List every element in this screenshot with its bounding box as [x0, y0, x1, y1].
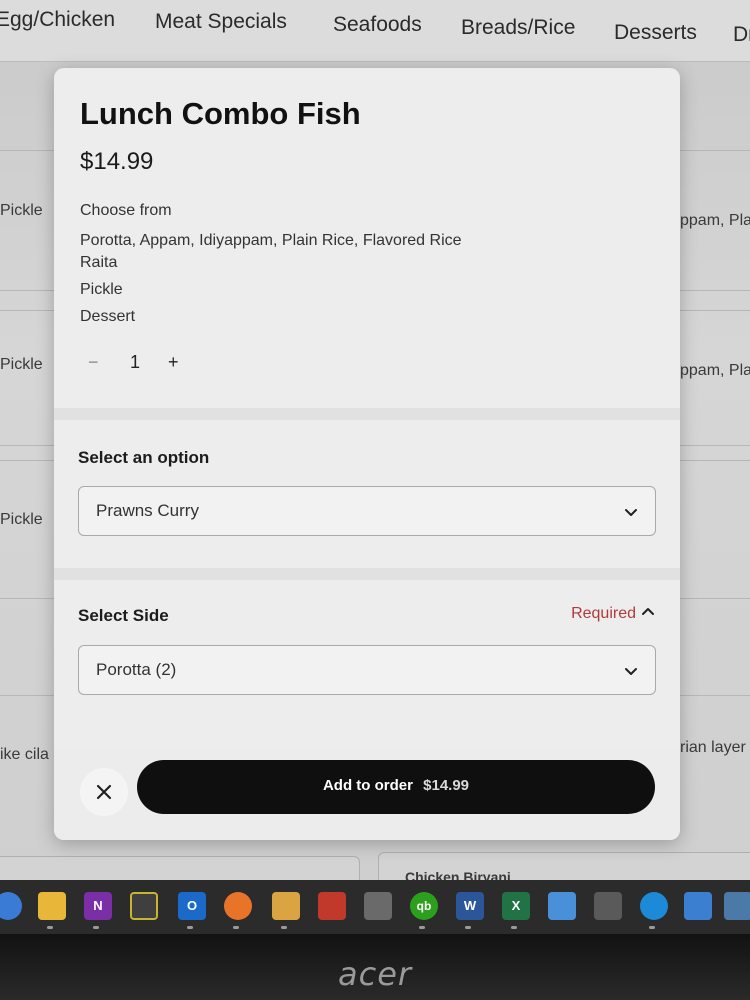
fedex-icon[interactable]: [318, 892, 346, 920]
edge-icon[interactable]: [640, 892, 668, 920]
file-explorer-icon[interactable]: [38, 892, 66, 920]
option-section-label: Select an option: [78, 448, 210, 467]
taskbar-running-indicator: [187, 926, 193, 929]
calculator-icon[interactable]: [594, 892, 622, 920]
taskbar-running-indicator: [233, 926, 239, 929]
nav-item-drinks[interactable]: Dr: [733, 23, 750, 47]
item-price: $14.99: [80, 148, 154, 175]
windows-taskbar: N O qb W X: [0, 880, 750, 934]
acer-logo: acer: [338, 955, 413, 993]
quickbooks-icon[interactable]: qb: [410, 892, 438, 920]
section-divider: [54, 408, 680, 420]
bg-item-text: Pickle: [0, 202, 43, 219]
word-icon[interactable]: W: [456, 892, 484, 920]
taskbar-running-indicator: [47, 926, 53, 929]
nav-item-egg-chicken[interactable]: Egg/Chicken: [0, 8, 115, 32]
add-to-order-price: $14.99: [423, 777, 470, 794]
option-select-value: Prawns Curry: [96, 501, 199, 520]
bg-item-text: ike cila: [0, 746, 49, 763]
side-section-label: Select Side: [78, 606, 169, 625]
bg-item-text: ppam, Pla: [680, 362, 750, 379]
calendar-icon[interactable]: [684, 892, 712, 920]
menu-card[interactable]: Chicken Biryani: [378, 852, 750, 880]
item-title: Lunch Combo Fish: [80, 96, 361, 131]
section-divider: [54, 568, 680, 580]
firefox-icon[interactable]: [224, 892, 252, 920]
nav-item-meat-specials[interactable]: Meat Specials: [155, 10, 287, 34]
item-description-line: Raita: [80, 254, 118, 271]
bg-item-text: Pickle: [0, 356, 43, 373]
item-dialog: Lunch Combo Fish $14.99 Choose from Poro…: [54, 68, 680, 840]
menu-card-title: Chicken Biryani: [405, 869, 511, 880]
taskbar-running-indicator: [511, 926, 517, 929]
category-nav: Egg/Chicken Meat Specials Seafoods Bread…: [0, 0, 750, 62]
item-description-line: Porotta, Appam, Idiyappam, Plain Rice, F…: [80, 232, 462, 249]
chevron-down-icon: [625, 668, 637, 675]
add-to-order-label: Add to order $14.99: [137, 777, 655, 794]
close-icon: [96, 784, 112, 800]
nav-item-seafoods[interactable]: Seafoods: [333, 13, 422, 37]
chevron-up-icon[interactable]: [640, 604, 656, 620]
quantity-increase-button[interactable]: +: [168, 352, 179, 373]
bg-item-text: rian layer: [680, 739, 746, 756]
side-select[interactable]: Porotta (2): [78, 645, 656, 695]
menu-card[interactable]: [0, 856, 360, 880]
item-description-line: Dessert: [80, 308, 136, 325]
windows-start-icon[interactable]: [0, 892, 22, 920]
printer-app-icon[interactable]: [364, 892, 392, 920]
add-to-order-text: Add to order: [322, 777, 413, 794]
nav-item-desserts[interactable]: Desserts: [614, 21, 697, 45]
notepad-icon[interactable]: [548, 892, 576, 920]
item-description-line: Choose from: [80, 202, 172, 219]
side-select-value: Porotta (2): [96, 660, 177, 679]
taskbar-running-indicator: [281, 926, 287, 929]
taskbar-running-indicator: [465, 926, 471, 929]
package-icon[interactable]: [272, 892, 300, 920]
quantity-value: 1: [130, 352, 141, 372]
folder-window-icon[interactable]: [724, 892, 750, 920]
close-button[interactable]: [80, 768, 128, 816]
required-badge: Required: [571, 605, 636, 622]
option-select[interactable]: Prawns Curry: [78, 486, 656, 536]
excel-icon[interactable]: X: [502, 892, 530, 920]
item-description-line: Pickle: [80, 281, 123, 298]
chevron-down-icon: [625, 509, 637, 516]
bg-item-text: Pickle: [0, 511, 43, 528]
bg-item-text: ppam, Pla: [680, 212, 750, 229]
taskbar-running-indicator: [649, 926, 655, 929]
taskbar-running-indicator: [93, 926, 99, 929]
add-to-order-button[interactable]: Add to order $14.99: [137, 760, 655, 814]
quantity-decrease-button[interactable]: −: [88, 352, 99, 373]
taskbar-running-indicator: [419, 926, 425, 929]
nav-item-breads-rice[interactable]: Breads/Rice: [461, 16, 575, 40]
onenote-icon[interactable]: N: [84, 892, 112, 920]
outlook-icon[interactable]: O: [178, 892, 206, 920]
xbox-icon[interactable]: [130, 892, 158, 920]
